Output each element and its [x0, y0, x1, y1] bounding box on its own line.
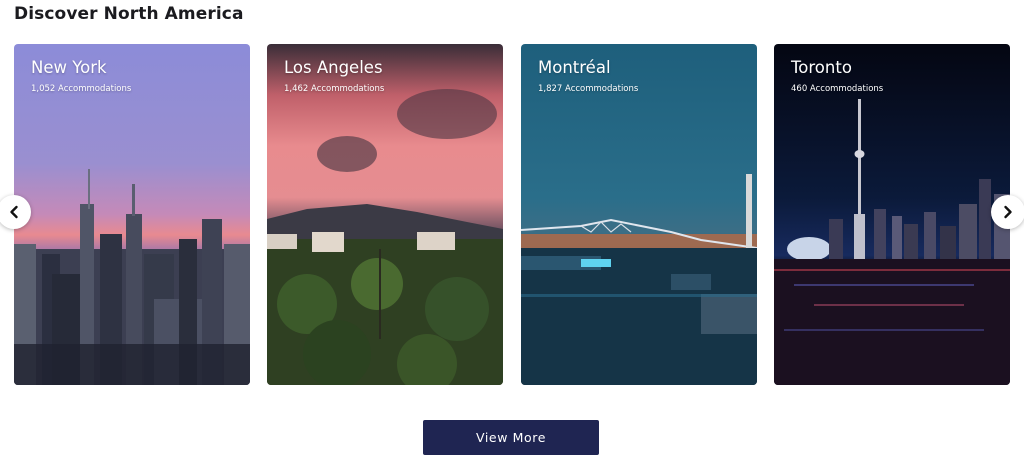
card-accommodation-count: 1,052 Accommodations	[31, 84, 132, 94]
view-more-button[interactable]: View More	[423, 420, 599, 455]
destination-card-montreal[interactable]: Montréal 1,827 Accommodations	[521, 44, 757, 385]
los-angeles-landscape-image	[267, 44, 503, 385]
chevron-left-icon	[10, 205, 18, 219]
carousel-next-button[interactable]	[991, 195, 1024, 229]
card-accommodation-count: 1,462 Accommodations	[284, 84, 385, 94]
destination-card-los-angeles[interactable]: Los Angeles 1,462 Accommodations	[267, 44, 503, 385]
card-accommodation-count: 460 Accommodations	[791, 84, 884, 94]
card-city-name: Montréal	[538, 58, 611, 77]
destination-card-toronto[interactable]: Toronto 460 Accommodations	[774, 44, 1010, 385]
section-title: Discover North America	[14, 4, 244, 24]
card-city-name: Los Angeles	[284, 58, 383, 77]
new-york-cityscape-image	[14, 44, 250, 385]
toronto-skyline-image	[774, 44, 1010, 385]
card-city-name: New York	[31, 58, 107, 77]
destination-card-new-york[interactable]: New York 1,052 Accommodations	[14, 44, 250, 385]
montreal-harbor-image	[521, 44, 757, 385]
chevron-right-icon	[1004, 205, 1012, 219]
card-city-name: Toronto	[791, 58, 852, 77]
card-accommodation-count: 1,827 Accommodations	[538, 84, 639, 94]
